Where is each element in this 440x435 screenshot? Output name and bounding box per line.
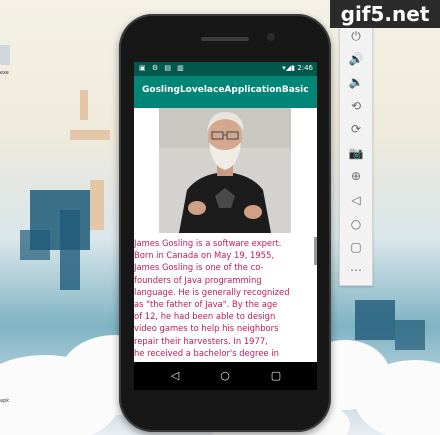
scrollbar[interactable] — [314, 237, 317, 265]
home-icon[interactable]: ○ — [347, 215, 365, 233]
pixel-tower — [355, 300, 395, 340]
bio-line: Born in Canada on May 19, 1955, — [134, 250, 274, 261]
desktop-file-icon[interactable] — [0, 45, 10, 65]
nav-back-icon[interactable]: ◁ — [166, 367, 184, 385]
volume-down-icon[interactable]: 🔉 — [347, 73, 365, 91]
navigation-bar: ◁ ○ ▢ — [134, 362, 317, 390]
desktop-file-label: apk — [0, 398, 10, 404]
pixel-tower — [395, 320, 425, 350]
bio-text: James Gosling is a software expert. Born… — [134, 237, 314, 360]
pixel-tower — [90, 180, 104, 230]
speaker-grill — [201, 37, 249, 41]
pixel-tower — [20, 230, 50, 260]
bio-line: video games to help his neighbors — [134, 323, 279, 334]
pixel-tower — [60, 210, 80, 290]
bio-line: founders of Java programming — [134, 274, 262, 285]
desktop-file-label: exe — [0, 70, 9, 76]
app-bar: GoslingLovelaceApplicationBasic — [134, 76, 317, 108]
bio-line: he received a bachelor's degree in — [134, 347, 279, 358]
rotate-left-icon[interactable]: ⟲ — [347, 97, 365, 115]
bio-line: as "the father of Java". By the age — [134, 299, 278, 310]
status-time: ▾◢▮ 2:46 — [282, 64, 313, 72]
back-icon[interactable]: ◁ — [347, 191, 365, 209]
zoom-icon[interactable]: ⊕ — [347, 167, 365, 185]
bio-line: of 12, he had been able to design — [134, 311, 276, 322]
person-image — [159, 108, 291, 233]
power-icon[interactable]: ⏻ — [347, 27, 365, 45]
device-screen: ▣ ⚙ ▤ ▥ ▾◢▮ 2:46 GoslingLovelaceApplicat… — [134, 62, 317, 390]
app-title: GoslingLovelaceApplicationBasic — [142, 85, 309, 95]
pixel-tower — [80, 90, 88, 120]
pixel-tower — [70, 130, 110, 140]
clock: 2:46 — [297, 64, 313, 72]
profile-photo — [159, 108, 291, 233]
watermark: gif5.net — [330, 0, 440, 28]
camera-icon[interactable]: 📷 — [347, 144, 365, 162]
bio-line: James Gosling is a software expert. — [134, 238, 282, 248]
more-icon[interactable]: ⋯ — [347, 261, 365, 279]
bio-line: James Gosling is one of the co- — [134, 262, 264, 273]
emulator-toolbar: ⏻ 🔊 🔉 ⟲ ⟳ 📷 ⊕ ◁ ○ ▢ ⋯ — [339, 20, 373, 286]
front-camera — [267, 33, 275, 41]
rotate-right-icon[interactable]: ⟳ — [347, 120, 365, 138]
status-bar: ▣ ⚙ ▤ ▥ ▾◢▮ 2:46 — [134, 62, 317, 76]
nav-recents-icon[interactable]: ▢ — [267, 367, 285, 385]
overview-icon[interactable]: ▢ — [347, 238, 365, 256]
bio-line: repair their harvesters. In 1977, — [134, 335, 268, 346]
nav-home-icon[interactable]: ○ — [216, 367, 234, 385]
status-icons: ▣ ⚙ ▤ ▥ — [139, 64, 186, 72]
volume-up-icon[interactable]: 🔊 — [347, 50, 365, 68]
bio-line: language. He is generally recognized — [134, 286, 290, 297]
